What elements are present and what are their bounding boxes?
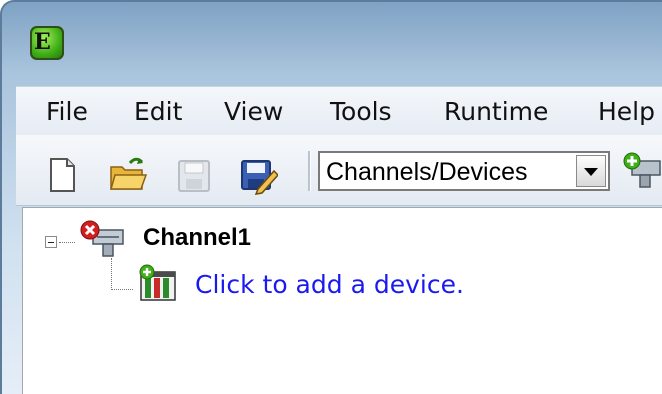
chevron-down-icon[interactable]	[576, 155, 606, 187]
view-selector-dropdown[interactable]: Channels/Devices	[318, 151, 610, 191]
add-device-icon[interactable]	[137, 264, 179, 302]
menu-edit[interactable]: Edit	[134, 97, 182, 126]
save-as-icon[interactable]	[238, 155, 278, 195]
toolbar: Channels/Devices	[16, 135, 662, 206]
tree-connector-vertical	[111, 258, 112, 290]
app-logo-text: E	[34, 29, 51, 55]
menu-runtime[interactable]: Runtime	[444, 97, 548, 126]
menu-tools[interactable]: Tools	[330, 97, 392, 126]
channel-error-icon[interactable]	[79, 220, 127, 260]
open-folder-icon[interactable]	[108, 155, 148, 195]
tree-connector-device	[111, 289, 133, 290]
view-selector-value: Channels/Devices	[326, 158, 528, 186]
app-logo-icon[interactable]: E	[30, 26, 64, 60]
menu-help[interactable]: Help	[598, 97, 655, 126]
toolbar-separator	[308, 151, 311, 191]
project-tree: Channel1 Click to add a device.	[22, 207, 662, 394]
menu-bar: File Edit View Tools Runtime Help	[16, 86, 662, 136]
title-bar: E	[2, 2, 662, 86]
tree-connector	[59, 242, 75, 243]
collapse-toggle[interactable]	[45, 236, 57, 248]
menu-file[interactable]: File	[46, 97, 88, 126]
tree-item-channel1[interactable]: Channel1	[143, 224, 251, 252]
new-document-icon[interactable]	[42, 155, 82, 195]
add-channel-icon[interactable]	[622, 151, 662, 191]
add-device-link[interactable]: Click to add a device.	[195, 270, 464, 299]
save-disabled-icon	[178, 160, 210, 192]
menu-view[interactable]: View	[224, 97, 283, 126]
app-window: E File Edit View Tools Runtime Help Chan…	[0, 0, 662, 394]
